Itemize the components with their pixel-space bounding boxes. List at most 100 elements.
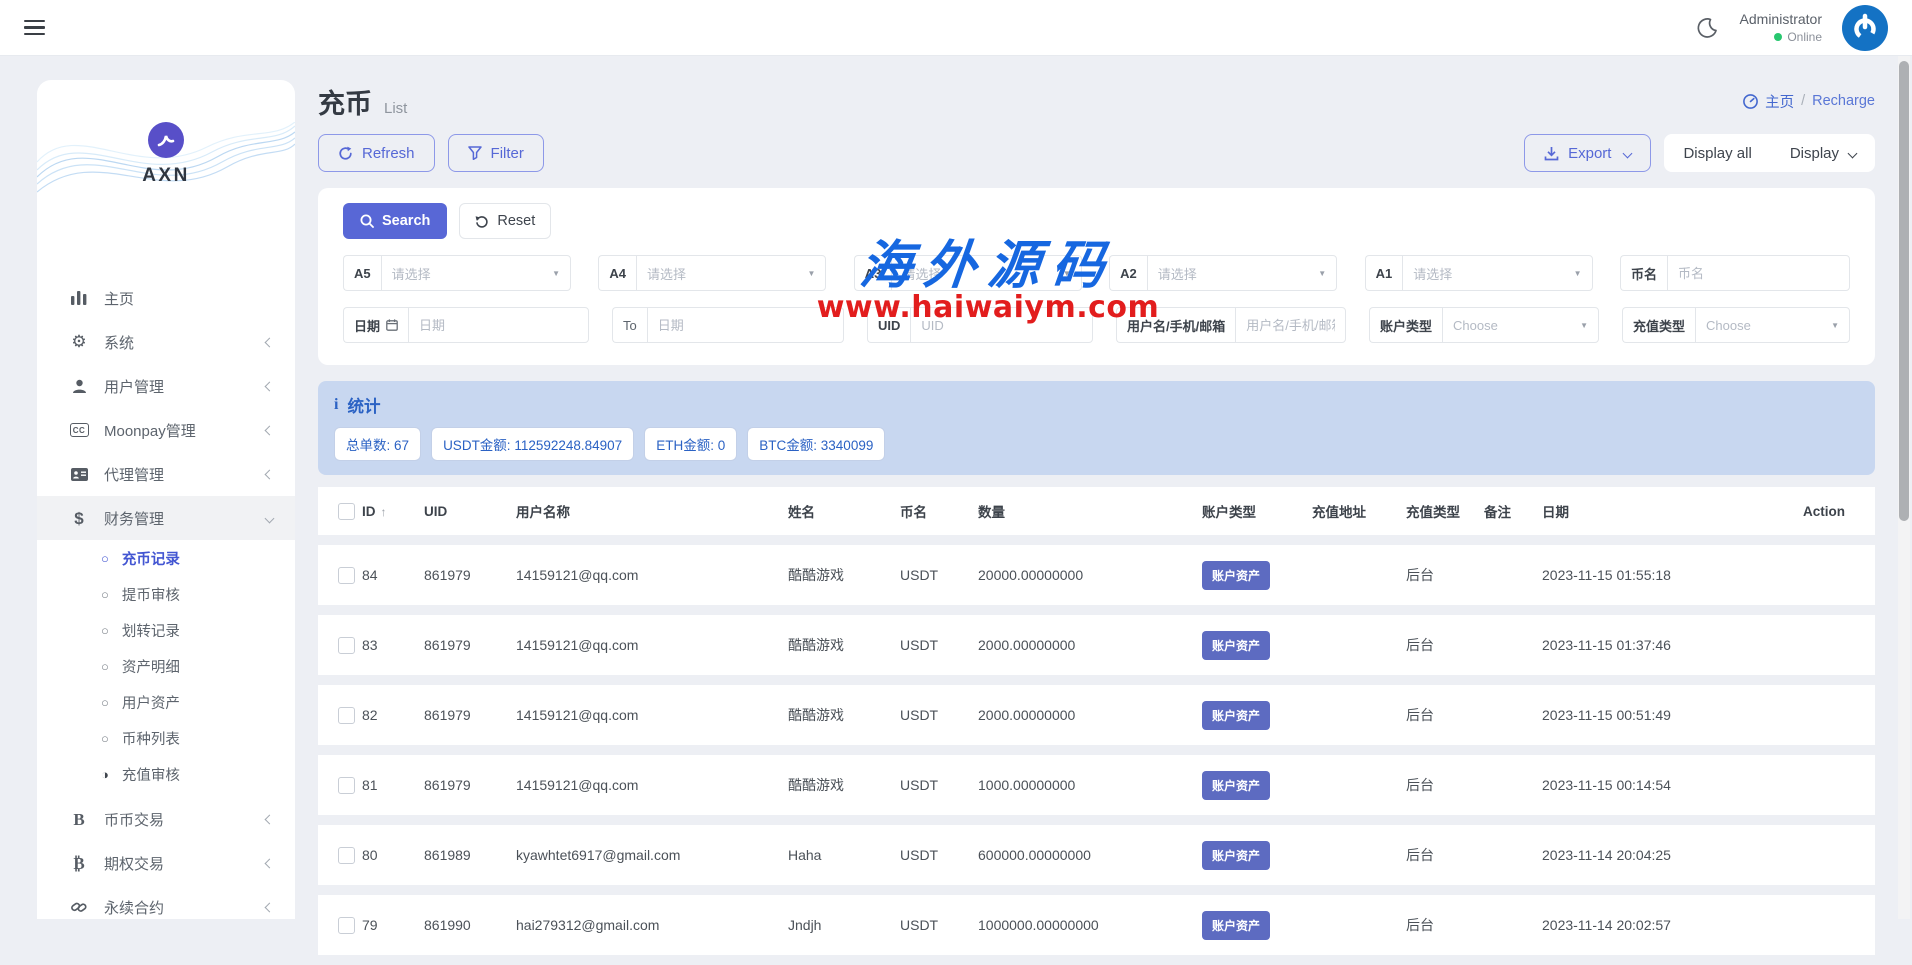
filter-date-to: To	[612, 307, 844, 343]
sidebar-item-spot-trading[interactable]: B 币币交易	[37, 797, 295, 841]
filter-date-from: 日期	[343, 307, 589, 343]
select-arrow-icon: ▼	[1063, 269, 1071, 278]
topbar: Administrator Online	[0, 0, 1912, 56]
gear-icon: ⚙	[67, 332, 91, 352]
cell-date: 2023-11-15 01:55:18	[1542, 545, 1755, 605]
records-table: ID↑ UID 用户名称 姓名 币名 数量 账户类型 充值地址 充值类型 备注 …	[318, 477, 1875, 965]
cell-action	[1755, 825, 1875, 885]
row-checkbox[interactable]	[338, 567, 355, 584]
account-type-badge: 账户资产	[1202, 561, 1270, 590]
vertical-scrollbar[interactable]	[1899, 61, 1909, 521]
select-arrow-icon: ▼	[1580, 321, 1588, 330]
filter-a1: A1 请选择 ▼	[1365, 255, 1593, 291]
dark-mode-toggle[interactable]	[1694, 15, 1720, 41]
cell-username: 14159121@qq.com	[516, 615, 788, 675]
cell-username: 14159121@qq.com	[516, 685, 788, 745]
date-from-input[interactable]	[408, 307, 589, 343]
a1-select[interactable]: 请选择 ▼	[1402, 255, 1592, 291]
breadcrumb-home-link[interactable]: 主页	[1765, 91, 1794, 112]
uid-input[interactable]	[910, 307, 1093, 343]
cell-uid: 861990	[424, 895, 516, 955]
logo-icon	[148, 122, 184, 158]
sidebar-subitem-asset-details[interactable]: ○ 资产明细	[37, 648, 295, 684]
a5-select[interactable]: 请选择 ▼	[381, 255, 571, 291]
cell-address	[1312, 825, 1406, 885]
a2-select[interactable]: 请选择 ▼	[1147, 255, 1337, 291]
sidebar-subitem-recharge-records[interactable]: ○ 充币记录	[37, 540, 295, 576]
search-button[interactable]: Search	[343, 203, 447, 239]
cell-date: 2023-11-15 01:37:46	[1542, 615, 1755, 675]
circle-icon: ○	[101, 624, 109, 637]
cell-action	[1755, 755, 1875, 815]
filter-a3: A3 请选择 ▼	[854, 255, 1082, 291]
id-card-icon	[67, 468, 91, 481]
sidebar-item-home[interactable]: 主页	[37, 276, 295, 320]
row-checkbox[interactable]	[338, 707, 355, 724]
cell-recharge-type: 后台	[1406, 685, 1484, 745]
sidebar-item-options-trading[interactable]: ₿ 期权交易	[37, 841, 295, 885]
sidebar-subitem-recharge-review[interactable]: ◑ 充值审核	[37, 756, 295, 792]
cell-amount: 1000.00000000	[978, 755, 1202, 815]
header-id[interactable]: ID↑	[362, 487, 424, 535]
display-all-button[interactable]: Display all	[1664, 134, 1770, 172]
account-type-select[interactable]: Choose ▼	[1442, 307, 1599, 343]
cell-action	[1755, 545, 1875, 605]
sidebar-subitem-transfer-records[interactable]: ○ 划转记录	[37, 612, 295, 648]
page-title: 充币	[318, 82, 372, 121]
filter-button[interactable]: Filter	[448, 134, 544, 172]
cell-amount: 2000.00000000	[978, 685, 1202, 745]
row-checkbox[interactable]	[338, 637, 355, 654]
cell-amount: 1000000.00000000	[978, 895, 1202, 955]
sidebar-item-perpetual-contracts[interactable]: 永续合约	[37, 885, 295, 919]
cell-name: 酷酷游戏	[788, 755, 900, 815]
cell-action	[1755, 615, 1875, 675]
user-input[interactable]	[1235, 307, 1346, 343]
cell-account-type: 账户资产	[1202, 685, 1312, 745]
cell-date: 2023-11-14 20:04:25	[1542, 825, 1755, 885]
filter-a4: A4 请选择 ▼	[598, 255, 826, 291]
avatar[interactable]	[1842, 5, 1888, 51]
display-dropdown-button[interactable]: Display	[1771, 134, 1875, 172]
table-header-row: ID↑ UID 用户名称 姓名 币名 数量 账户类型 充值地址 充值类型 备注 …	[318, 487, 1875, 535]
cell-account-type: 账户资产	[1202, 545, 1312, 605]
vertical-scrollbar-track	[1898, 56, 1910, 919]
cell-remark	[1484, 755, 1542, 815]
cell-uid: 861979	[424, 685, 516, 745]
cell-name: 酷酷游戏	[788, 615, 900, 675]
sidebar-item-moonpay[interactable]: CC Moonpay管理	[37, 408, 295, 452]
row-checkbox[interactable]	[338, 847, 355, 864]
date-to-input[interactable]	[647, 307, 844, 343]
sidebar-subitem-withdraw-review[interactable]: ○ 提币审核	[37, 576, 295, 612]
sidebar-item-agents[interactable]: 代理管理	[37, 452, 295, 496]
select-all-checkbox[interactable]	[338, 503, 355, 520]
sidebar-item-finance[interactable]: $ 财务管理	[37, 496, 295, 540]
chevron-down-icon	[1848, 148, 1858, 158]
recharge-type-select[interactable]: Choose ▼	[1695, 307, 1850, 343]
reset-button[interactable]: Reset	[459, 203, 551, 239]
select-arrow-icon: ▼	[1318, 269, 1326, 278]
stat-btc-amount: BTC金额: 3340099	[747, 427, 885, 461]
header-date: 日期	[1542, 487, 1755, 535]
sidebar-subitem-user-assets[interactable]: ○ 用户资产	[37, 684, 295, 720]
stats-title: i 统计	[334, 393, 1859, 417]
sidebar-item-users[interactable]: 用户管理	[37, 364, 295, 408]
account-type-badge: 账户资产	[1202, 911, 1270, 940]
sidebar-subitem-coin-list[interactable]: ○ 币种列表	[37, 720, 295, 756]
header-username: 用户名称	[516, 487, 788, 535]
row-checkbox[interactable]	[338, 777, 355, 794]
sidebar-item-system[interactable]: ⚙ 系统	[37, 320, 295, 364]
export-button[interactable]: Export	[1524, 134, 1651, 172]
coin-name-input[interactable]	[1667, 255, 1850, 291]
a3-select[interactable]: 请选择 ▼	[891, 255, 1081, 291]
filter-a2: A2 请选择 ▼	[1109, 255, 1337, 291]
funnel-icon	[468, 146, 482, 160]
row-checkbox[interactable]	[338, 917, 355, 934]
filter-uid: UID	[867, 307, 1093, 343]
download-icon	[1544, 146, 1559, 161]
refresh-button[interactable]: Refresh	[318, 134, 435, 172]
menu-toggle-button[interactable]	[24, 20, 50, 36]
account-type-badge: 账户资产	[1202, 701, 1270, 730]
filter-recharge-type: 充值类型 Choose ▼	[1622, 307, 1850, 343]
a4-select[interactable]: 请选择 ▼	[636, 255, 826, 291]
filter-a5: A5 请选择 ▼	[343, 255, 571, 291]
